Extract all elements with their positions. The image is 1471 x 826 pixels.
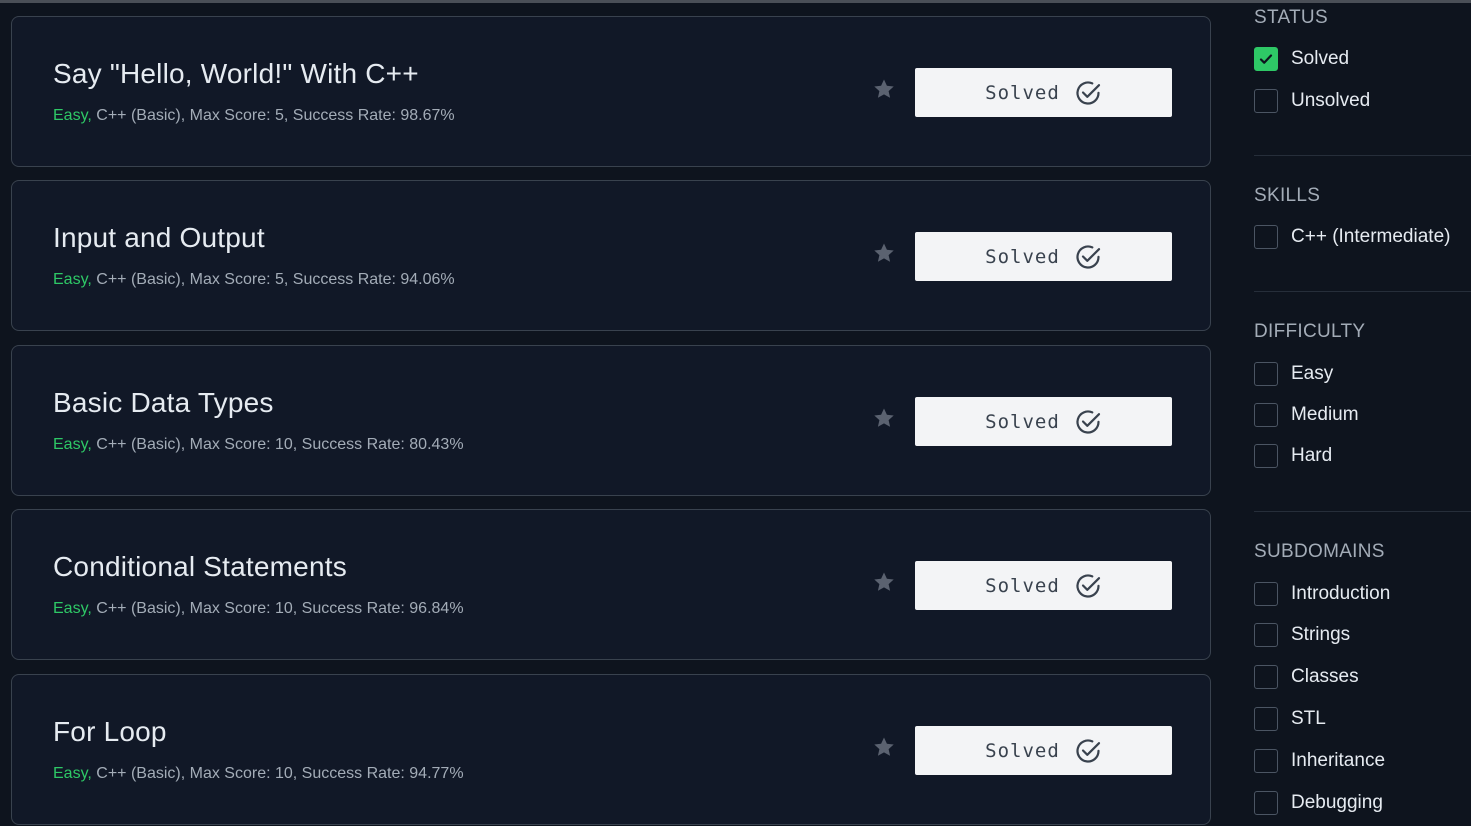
- challenge-details: C++ (Basic), Max Score: 10, Success Rate…: [91, 600, 464, 617]
- checkbox[interactable]: [1254, 403, 1278, 427]
- checkbox[interactable]: [1254, 362, 1278, 386]
- checkbox[interactable]: [1254, 665, 1278, 689]
- star-icon[interactable]: [872, 406, 896, 430]
- filter-option-solved[interactable]: Solved: [1254, 45, 1349, 73]
- checkbox[interactable]: [1254, 707, 1278, 731]
- filter-option-label: Classes: [1291, 666, 1359, 687]
- solved-button-label: Solved: [985, 739, 1060, 762]
- challenge-card[interactable]: Conditional Statements Easy, C++ (Basic)…: [11, 509, 1211, 660]
- challenge-meta: Easy, C++ (Basic), Max Score: 10, Succes…: [53, 765, 464, 783]
- filter-option-introduction[interactable]: Introduction: [1254, 580, 1390, 608]
- challenge-details: C++ (Basic), Max Score: 10, Success Rate…: [91, 765, 464, 782]
- filter-option-label: C++ (Intermediate): [1291, 226, 1451, 247]
- status-filter-title: STATUS: [1254, 7, 1328, 28]
- solved-button[interactable]: Solved: [915, 68, 1172, 117]
- star-icon[interactable]: [872, 570, 896, 594]
- skills-filter-title: SKILLS: [1254, 185, 1321, 206]
- filter-option-strings[interactable]: Strings: [1254, 621, 1350, 649]
- solved-button[interactable]: Solved: [915, 232, 1172, 281]
- solved-button-label: Solved: [985, 574, 1060, 597]
- challenge-meta: Easy, C++ (Basic), Max Score: 10, Succes…: [53, 436, 464, 454]
- filter-option-label: STL: [1291, 708, 1326, 729]
- solved-button-label: Solved: [985, 245, 1060, 268]
- solved-button[interactable]: Solved: [915, 726, 1172, 775]
- difficulty-label: Easy,: [53, 600, 92, 617]
- filter-option-medium[interactable]: Medium: [1254, 401, 1359, 429]
- filter-option-label: Strings: [1291, 624, 1351, 645]
- challenge-card[interactable]: For Loop Easy, C++ (Basic), Max Score: 1…: [11, 674, 1211, 825]
- filter-option-label: Introduction: [1291, 583, 1391, 604]
- check-circle-icon: [1076, 80, 1100, 105]
- difficulty-label: Easy,: [53, 107, 92, 124]
- challenge-card[interactable]: Basic Data Types Easy, C++ (Basic), Max …: [11, 345, 1211, 496]
- checkbox[interactable]: [1254, 791, 1278, 815]
- filter-option-label: Easy: [1291, 363, 1334, 384]
- check-circle-icon: [1076, 244, 1100, 269]
- check-circle-icon: [1076, 409, 1100, 434]
- filter-option-stl[interactable]: STL: [1254, 705, 1326, 733]
- difficulty-filter-title: DIFFICULTY: [1254, 321, 1366, 342]
- challenge-title[interactable]: Conditional Statements: [53, 551, 347, 583]
- checkbox[interactable]: [1254, 749, 1278, 773]
- challenge-title[interactable]: Input and Output: [53, 222, 265, 254]
- filter-option-easy[interactable]: Easy: [1254, 360, 1333, 388]
- challenge-card[interactable]: Input and Output Easy, C++ (Basic), Max …: [11, 180, 1211, 331]
- challenge-details: C++ (Basic), Max Score: 10, Success Rate…: [91, 436, 464, 453]
- filter-option-label: Medium: [1291, 404, 1359, 425]
- challenge-title[interactable]: Say "Hello, World!" With C++: [53, 58, 419, 90]
- check-circle-icon: [1076, 738, 1100, 763]
- filter-option-label: Debugging: [1291, 792, 1383, 813]
- filter-sidebar: STATUS Solved Unsolved SKILLS C++ (Inter…: [1230, 0, 1471, 826]
- solved-button[interactable]: Solved: [915, 561, 1172, 610]
- difficulty-label: Easy,: [53, 271, 92, 288]
- checkbox[interactable]: [1254, 623, 1278, 647]
- section-divider: [1254, 155, 1471, 156]
- filter-option-label: Solved: [1291, 48, 1350, 69]
- checkbox[interactable]: [1254, 444, 1278, 468]
- filter-option-label: Inheritance: [1291, 750, 1386, 771]
- star-icon[interactable]: [872, 77, 896, 101]
- checkbox-checked[interactable]: [1254, 47, 1278, 71]
- filter-option-hard[interactable]: Hard: [1254, 442, 1332, 470]
- subdomains-filter-title: SUBDOMAINS: [1254, 541, 1385, 562]
- filter-option-classes[interactable]: Classes: [1254, 663, 1359, 691]
- solved-button[interactable]: Solved: [915, 397, 1172, 446]
- challenge-meta: Easy, C++ (Basic), Max Score: 10, Succes…: [53, 600, 464, 618]
- checkmark-icon: [1259, 54, 1273, 64]
- challenge-meta: Easy, C++ (Basic), Max Score: 5, Success…: [53, 107, 455, 125]
- challenge-list: Say "Hello, World!" With C++ Easy, C++ (…: [0, 0, 1230, 826]
- checkbox[interactable]: [1254, 582, 1278, 606]
- difficulty-label: Easy,: [53, 765, 92, 782]
- difficulty-label: Easy,: [53, 436, 92, 453]
- section-divider: [1254, 511, 1471, 512]
- solved-button-label: Solved: [985, 410, 1060, 433]
- challenge-title[interactable]: Basic Data Types: [53, 387, 274, 419]
- filter-option-debugging[interactable]: Debugging: [1254, 789, 1383, 817]
- filter-option-label: Unsolved: [1291, 90, 1371, 111]
- challenge-meta: Easy, C++ (Basic), Max Score: 5, Success…: [53, 271, 455, 289]
- section-divider: [1254, 291, 1471, 292]
- filter-option-cpp-intermediate[interactable]: C++ (Intermediate): [1254, 223, 1450, 251]
- checkbox[interactable]: [1254, 89, 1278, 113]
- challenge-details: C++ (Basic), Max Score: 5, Success Rate:…: [91, 271, 455, 288]
- solved-button-label: Solved: [985, 81, 1060, 104]
- challenge-details: C++ (Basic), Max Score: 5, Success Rate:…: [91, 107, 455, 124]
- filter-option-unsolved[interactable]: Unsolved: [1254, 87, 1370, 115]
- filter-option-inheritance[interactable]: Inheritance: [1254, 747, 1385, 775]
- checkbox[interactable]: [1254, 225, 1278, 249]
- star-icon[interactable]: [872, 735, 896, 759]
- filter-option-label: Hard: [1291, 445, 1333, 466]
- challenge-title[interactable]: For Loop: [53, 716, 167, 748]
- check-circle-icon: [1076, 573, 1100, 598]
- star-icon[interactable]: [872, 241, 896, 265]
- challenge-card[interactable]: Say "Hello, World!" With C++ Easy, C++ (…: [11, 16, 1211, 167]
